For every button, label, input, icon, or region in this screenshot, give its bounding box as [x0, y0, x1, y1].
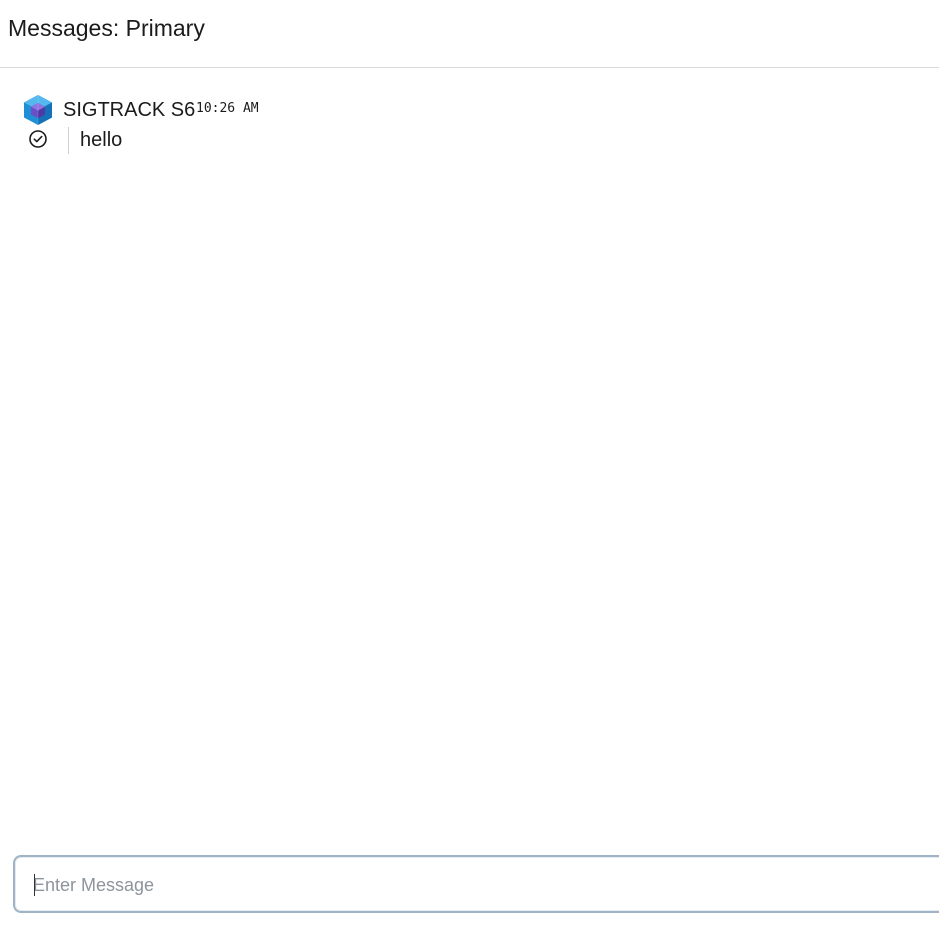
cube-logo-icon — [24, 95, 52, 125]
message-divider — [68, 127, 69, 154]
sender-name: SIGTRACK S6 — [63, 99, 196, 121]
message-item: SIGTRACK S6 10:26 AM hello — [22, 93, 902, 163]
message-input[interactable] — [33, 871, 913, 899]
page-title: Messages: Primary — [8, 15, 205, 41]
message-composer[interactable] — [13, 855, 939, 913]
header: Messages: Primary — [0, 0, 939, 68]
check-circle-icon — [29, 130, 47, 148]
message-timestamp: 10:26 AM — [196, 101, 259, 116]
messages-panel: Messages: Primary SIGTRACK S6 10:26 AM h… — [0, 0, 939, 939]
message-text: hello — [80, 129, 123, 151]
text-caret — [34, 874, 35, 896]
